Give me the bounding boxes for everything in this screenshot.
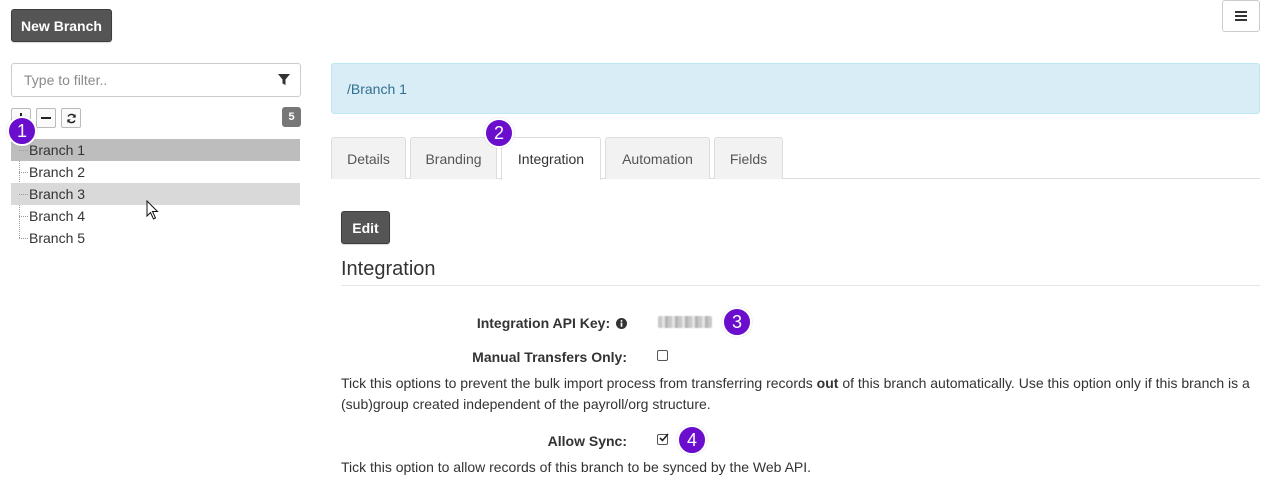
refresh-button[interactable]: [61, 108, 81, 128]
filter-input[interactable]: [12, 64, 272, 96]
allow-sync-help: Tick this option to allow records of thi…: [341, 459, 812, 475]
check-icon: [659, 433, 669, 442]
tab-label: Integration: [517, 151, 585, 167]
tab-integration[interactable]: Integration: [501, 137, 601, 180]
tab-label: Details: [347, 150, 390, 167]
allow-sync-checkbox[interactable]: [657, 433, 669, 445]
mouse-cursor-icon: [146, 200, 159, 220]
hamburger-icon: [1235, 11, 1247, 21]
tree-item-label: Branch 4: [29, 208, 86, 224]
minus-icon: [41, 117, 51, 119]
manual-transfers-help: Tick this options to prevent the bulk im…: [341, 375, 1250, 412]
breadcrumb: /Branch 1: [331, 63, 1260, 114]
branch-count-badge: 5: [282, 107, 301, 127]
step-marker-3: 3: [722, 307, 752, 337]
edit-button[interactable]: Edit: [341, 211, 390, 244]
tab-fields[interactable]: Fields: [714, 137, 783, 179]
new-branch-button[interactable]: New Branch: [11, 9, 112, 42]
manual-transfers-label: Manual Transfers Only:: [472, 349, 627, 365]
tree-item-label: Branch 2: [29, 164, 86, 180]
filter-icon[interactable]: [278, 74, 290, 86]
collapse-all-button[interactable]: [36, 108, 56, 128]
tab-label: Branding: [425, 150, 482, 167]
step-marker-1: 1: [7, 116, 37, 146]
step-marker-2: 2: [484, 118, 514, 148]
menu-button[interactable]: [1222, 0, 1260, 32]
tab-automation[interactable]: Automation: [605, 137, 710, 179]
breadcrumb-path: /Branch 1: [347, 80, 407, 97]
section-divider: [341, 285, 1260, 286]
tree-item-branch-1[interactable]: Branch 1: [11, 139, 300, 161]
tab-branding[interactable]: Branding: [410, 137, 497, 179]
api-key-value-redacted: [658, 316, 712, 328]
section-title: Integration: [341, 258, 436, 280]
api-key-label: Integration API Key:: [476, 315, 611, 331]
tree-item-label: Branch 5: [29, 230, 86, 246]
step-marker-4: 4: [677, 425, 707, 455]
tree-item-branch-2[interactable]: Branch 2: [11, 161, 300, 183]
tree-item-branch-5[interactable]: Branch 5: [11, 227, 300, 249]
api-key-label-row: Integration API Key:: [341, 315, 627, 331]
filter-box: [11, 63, 301, 97]
tab-details[interactable]: Details: [331, 137, 406, 179]
allow-sync-label: Allow Sync:: [547, 433, 627, 449]
manual-transfers-checkbox[interactable]: [657, 350, 668, 361]
tree-item-label: Branch 1: [29, 142, 86, 158]
info-circle-icon[interactable]: [616, 318, 627, 329]
tree-item-label: Branch 3: [29, 186, 86, 202]
tab-label: Fields: [729, 150, 768, 167]
refresh-icon: [66, 113, 76, 123]
tab-label: Automation: [622, 150, 693, 167]
